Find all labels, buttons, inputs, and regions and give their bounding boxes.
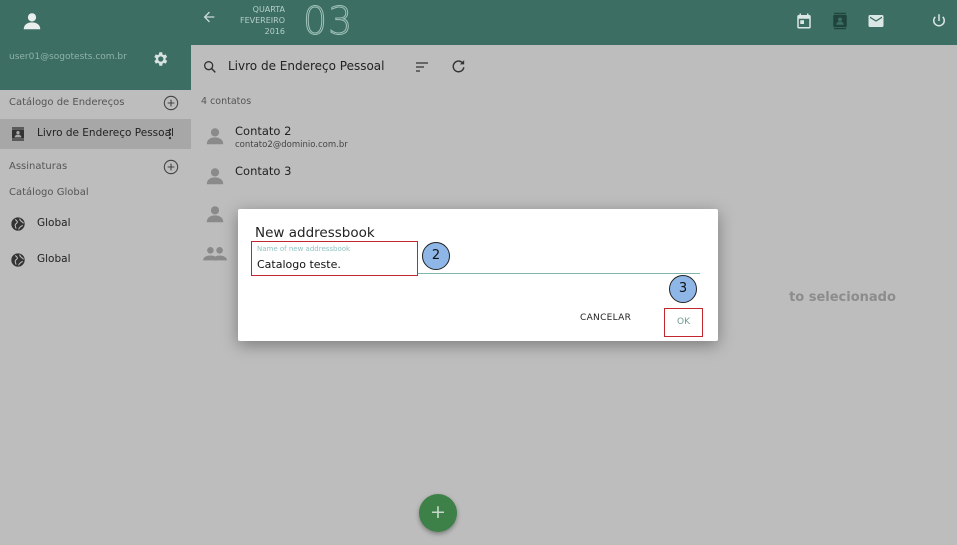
field-label: Name of new addressbook [257, 245, 351, 253]
dialog-title: New addressbook [255, 225, 375, 241]
ok-button[interactable]: OK [664, 308, 703, 337]
ok-button-label: OK [677, 317, 690, 327]
field-underline [418, 273, 700, 274]
step-callout-3: 3 [669, 275, 697, 303]
step-callout-2: 2 [422, 242, 450, 270]
new-addressbook-dialog: New addressbook Name of new addressbook … [238, 209, 718, 341]
callout-number: 3 [678, 281, 688, 296]
callout-number: 2 [431, 248, 441, 263]
addressbook-name-field[interactable]: Name of new addressbook Catalogo teste. [251, 241, 418, 276]
cancel-button[interactable]: CANCELAR [580, 313, 631, 323]
field-value[interactable]: Catalogo teste. [257, 258, 341, 271]
